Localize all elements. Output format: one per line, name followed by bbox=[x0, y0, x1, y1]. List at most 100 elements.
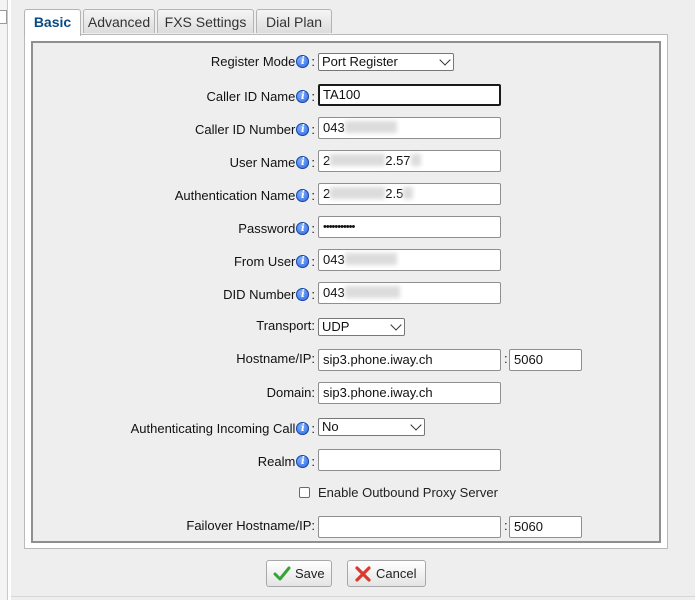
info-icon[interactable]: i bbox=[296, 422, 310, 435]
outbound-proxy-checkbox[interactable] bbox=[299, 487, 310, 498]
password-value: ••••••••••• bbox=[323, 221, 355, 233]
did-number-label: DID Number bbox=[223, 287, 296, 302]
caller-id-name-input[interactable]: TA100 bbox=[318, 84, 501, 106]
hostname-row-label: Hostname/IP: bbox=[0, 351, 315, 367]
did-number-input[interactable]: 043 bbox=[318, 282, 501, 304]
authentication-name-value-end: 2.5 bbox=[385, 186, 404, 201]
caller-id-name-label: Caller ID Name bbox=[206, 89, 296, 104]
caller-id-number-value: 043 bbox=[323, 120, 345, 135]
authentication-name-label: Authentication Name bbox=[174, 188, 296, 203]
hostname-port-value: 5060 bbox=[514, 352, 543, 367]
authentication-name-input[interactable]: 2 2.5 bbox=[318, 183, 501, 205]
caller-id-number-row-label: Caller ID Number i: bbox=[0, 122, 315, 138]
user-name-label: User Name bbox=[229, 155, 296, 170]
info-icon[interactable]: i bbox=[296, 189, 310, 202]
realm-label: Realm bbox=[257, 454, 296, 469]
redacted-text bbox=[344, 286, 400, 298]
chevron-down-icon bbox=[410, 419, 422, 431]
hostname-label: Hostname/IP: bbox=[236, 351, 315, 366]
cancel-button[interactable]: Cancel bbox=[347, 560, 426, 587]
outbound-proxy-label[interactable]: Enable Outbound Proxy Server bbox=[318, 485, 498, 500]
domain-row-label: Domain: bbox=[0, 385, 315, 401]
register-mode-label: Register Mode bbox=[210, 54, 296, 69]
authentication-name-value-start: 2 bbox=[323, 186, 331, 201]
colon: : bbox=[311, 421, 315, 436]
info-icon[interactable]: i bbox=[296, 455, 310, 468]
failover-port-input[interactable]: 5060 bbox=[509, 516, 582, 538]
colon: : bbox=[311, 89, 315, 104]
tab-basic[interactable]: Basic bbox=[24, 9, 81, 36]
password-row-label: Password i: bbox=[0, 221, 315, 237]
failover-port-value: 5060 bbox=[514, 519, 543, 534]
colon: : bbox=[311, 221, 315, 236]
colon: : bbox=[311, 188, 315, 203]
colon: : bbox=[311, 454, 315, 469]
transport-row-label: Transport: bbox=[0, 318, 315, 334]
save-button[interactable]: Save bbox=[266, 560, 332, 587]
form-layer: Register Mode i: Port Register Caller ID … bbox=[0, 0, 695, 600]
check-icon bbox=[273, 566, 291, 581]
register-mode-value: Port Register bbox=[322, 54, 398, 69]
auth-incoming-call-select[interactable]: No bbox=[318, 418, 425, 436]
realm-row-label: Realm i: bbox=[0, 454, 315, 470]
from-user-label: From User bbox=[233, 254, 296, 269]
info-icon[interactable]: i bbox=[296, 222, 310, 235]
info-icon[interactable]: i bbox=[296, 90, 310, 103]
password-input[interactable]: ••••••••••• bbox=[318, 216, 501, 238]
redacted-text bbox=[330, 187, 386, 199]
info-icon[interactable]: i bbox=[296, 288, 310, 301]
redacted-text bbox=[410, 154, 421, 166]
info-icon[interactable]: i bbox=[296, 255, 310, 268]
colon: : bbox=[311, 254, 315, 269]
user-name-row-label: User Name i: bbox=[0, 155, 315, 171]
domain-value: sip3.phone.iway.ch bbox=[323, 385, 433, 400]
user-name-value-start: 2 bbox=[323, 153, 331, 168]
redacted-text bbox=[330, 154, 386, 166]
did-number-row-label: DID Number i: bbox=[0, 287, 315, 303]
cancel-label: Cancel bbox=[376, 566, 417, 581]
from-user-input[interactable]: 043 bbox=[318, 249, 501, 271]
user-name-value-end: 2.57 bbox=[385, 153, 411, 168]
caller-id-number-input[interactable]: 043 bbox=[318, 117, 501, 139]
realm-input[interactable] bbox=[318, 449, 501, 471]
failover-hostname-input[interactable] bbox=[318, 516, 501, 538]
transport-select[interactable]: UDP bbox=[318, 318, 405, 336]
did-number-value: 043 bbox=[323, 285, 345, 300]
redacted-text bbox=[344, 121, 397, 133]
redacted-text bbox=[344, 253, 397, 265]
failover-row-label: Failover Hostname/IP: bbox=[0, 518, 315, 534]
info-icon[interactable]: i bbox=[296, 55, 310, 68]
port-separator: : bbox=[504, 351, 508, 366]
save-label: Save bbox=[295, 566, 325, 581]
register-mode-select[interactable]: Port Register bbox=[318, 53, 454, 71]
x-icon bbox=[355, 566, 371, 582]
hostname-input[interactable]: sip3.phone.iway.ch bbox=[318, 349, 501, 371]
redacted-text bbox=[403, 187, 414, 199]
chevron-down-icon bbox=[390, 319, 402, 331]
transport-label: Transport: bbox=[256, 318, 315, 333]
colon: : bbox=[311, 155, 315, 170]
from-user-value: 043 bbox=[323, 252, 345, 267]
caller-id-number-label: Caller ID Number bbox=[194, 122, 296, 137]
auth-incoming-call-value: No bbox=[322, 419, 339, 434]
auth-incoming-call-label: Authenticating Incoming Call bbox=[130, 421, 296, 436]
dialog-bottom-border bbox=[11, 596, 695, 597]
from-user-row-label: From User i: bbox=[0, 254, 315, 270]
transport-value: UDP bbox=[322, 319, 350, 334]
failover-label: Failover Hostname/IP: bbox=[186, 518, 315, 533]
caller-id-name-row-label: Caller ID Name i: bbox=[0, 89, 315, 105]
auth-incoming-call-row-label: Authenticating Incoming Call i: bbox=[0, 421, 315, 437]
info-icon[interactable]: i bbox=[296, 156, 310, 169]
domain-label: Domain: bbox=[266, 385, 315, 400]
user-name-input[interactable]: 2 2.57 bbox=[318, 150, 501, 172]
hostname-port-input[interactable]: 5060 bbox=[509, 349, 582, 371]
hostname-value: sip3.phone.iway.ch bbox=[323, 352, 433, 367]
colon: : bbox=[311, 54, 315, 69]
colon: : bbox=[311, 287, 315, 302]
caller-id-name-value: TA100 bbox=[323, 87, 361, 102]
colon: : bbox=[311, 122, 315, 137]
chevron-down-icon bbox=[439, 54, 451, 66]
info-icon[interactable]: i bbox=[296, 123, 310, 136]
authentication-name-row-label: Authentication Name i: bbox=[0, 188, 315, 204]
domain-input[interactable]: sip3.phone.iway.ch bbox=[318, 382, 501, 404]
